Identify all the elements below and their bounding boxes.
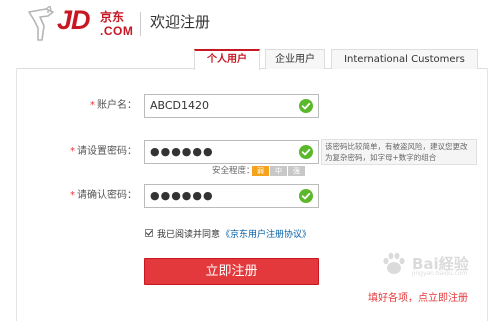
username-input[interactable]: ABCD1420	[144, 94, 319, 118]
password-input[interactable]: ●●●●●●	[144, 140, 319, 164]
valid-check-icon	[299, 99, 313, 113]
jd-logo[interactable]: JD 京东 .COM	[26, 6, 134, 46]
agreement-link[interactable]: 《京东用户注册协议》	[221, 227, 311, 240]
page-title: 欢迎注册	[150, 13, 211, 31]
watermark-subtext: jingyan.baidu.com	[412, 270, 468, 277]
password-label: * 请设置密码：	[70, 146, 137, 157]
agreement-checkbox[interactable]	[145, 229, 153, 237]
tab-business-user[interactable]: 企业用户	[265, 49, 325, 69]
valid-check-icon	[299, 145, 313, 159]
required-mark: *	[70, 190, 75, 201]
agreement-row: 我已阅读并同意 《京东用户注册协议》	[145, 227, 311, 240]
required-mark: *	[90, 100, 95, 111]
logo-com-text: .COM	[100, 24, 134, 38]
confirm-password-input[interactable]: ●●●●●●	[144, 184, 319, 208]
agreement-text: 我已阅读并同意	[157, 229, 221, 240]
password-value: ●●●●●●	[150, 145, 214, 158]
strength-medium-segment: 中	[270, 166, 287, 176]
watermark: Bai経验 jingyan.baidu.com	[380, 250, 490, 280]
strength-label: 安全程度：	[212, 166, 255, 176]
tab-international-customers[interactable]: International Customers	[331, 49, 478, 69]
logo-jd-text: JD	[57, 5, 91, 35]
required-mark: *	[70, 146, 75, 157]
header-divider	[140, 12, 141, 36]
strength-weak-segment: 弱	[252, 166, 269, 176]
logo-cn-text: 京东	[100, 10, 125, 24]
instruction-annotation: 填好各项，点立即注册	[368, 293, 468, 304]
password-hint: 该密码比较简单，有被盗风险，建议您更改为复杂密码，如字母+数字的组合	[321, 139, 477, 165]
confirm-password-value: ●●●●●●	[150, 189, 214, 202]
username-value: ABCD1420	[150, 99, 210, 112]
tab-personal-user[interactable]: 个人用户	[194, 49, 260, 70]
confirm-password-label: * 请确认密码：	[70, 190, 137, 201]
username-label: * 账户名：	[90, 100, 137, 111]
jd-dog-logo-icon	[28, 6, 54, 41]
register-button[interactable]: 立即注册	[144, 258, 319, 285]
baidu-paw-icon	[383, 252, 405, 274]
valid-check-icon	[299, 189, 313, 203]
strength-strong-segment: 强	[288, 166, 305, 176]
